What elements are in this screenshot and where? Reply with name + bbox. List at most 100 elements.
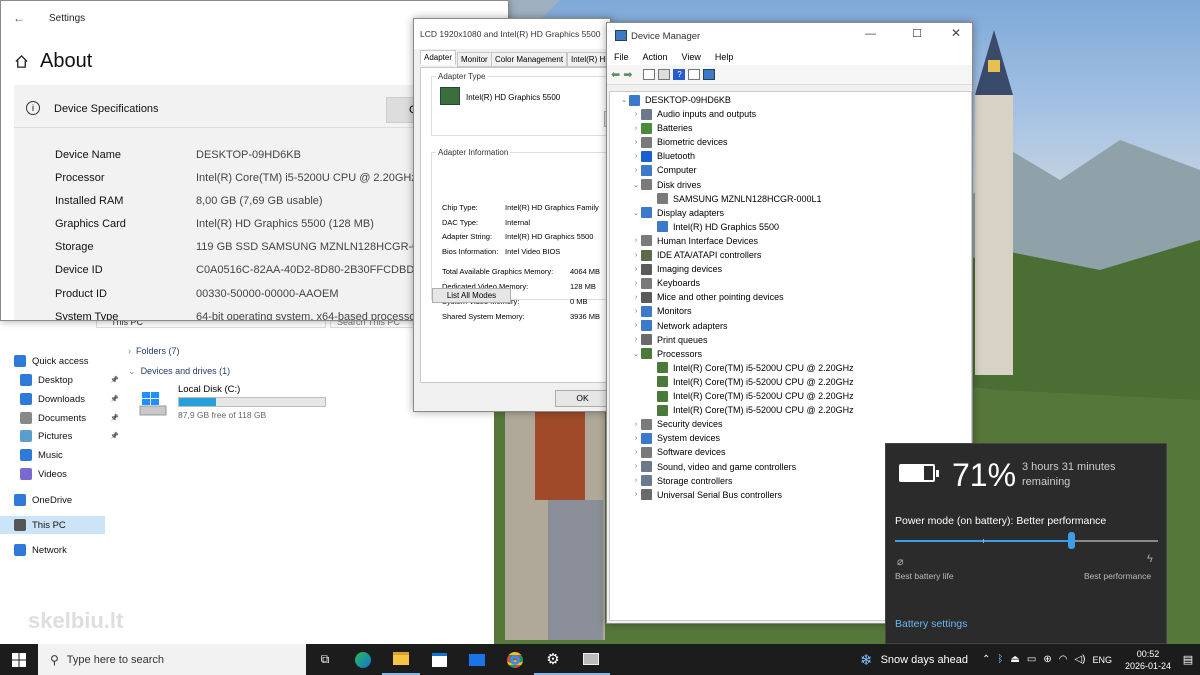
bluetooth-icon[interactable]: ᛒ [997, 654, 1003, 665]
tree-category[interactable]: › Biometric devices [631, 135, 728, 149]
chevron-right-icon[interactable]: › [631, 336, 641, 343]
chevron-right-icon[interactable]: › [631, 491, 641, 498]
power-mode-slider[interactable] [895, 532, 1158, 549]
device-manager-app[interactable] [572, 644, 610, 675]
tree-category[interactable]: › Monitors [631, 304, 692, 318]
nav-item[interactable]: Music [20, 446, 63, 464]
volume-icon[interactable]: ◁) [1074, 654, 1085, 665]
tree-category[interactable]: › IDE ATA/ATAPI controllers [631, 248, 761, 262]
tree-category[interactable]: › Universal Serial Bus controllers [631, 488, 782, 502]
notifications-button[interactable]: ▤ [1176, 653, 1200, 666]
chevron-right-icon[interactable]: › [631, 237, 641, 244]
menu-item[interactable]: File [607, 48, 636, 65]
chevron-right-icon[interactable]: › [631, 477, 641, 484]
chevron-down-icon[interactable]: ⌄ [631, 181, 641, 189]
dp-tab[interactable]: Intel(R) HD [567, 52, 610, 67]
update-driver-icon[interactable] [688, 69, 701, 80]
nav-item[interactable]: Pictures 📌 [20, 427, 119, 445]
tree-root[interactable]: ⌄ DESKTOP-09HD6KB [619, 93, 731, 107]
nav-item[interactable]: OneDrive [14, 491, 72, 509]
close-button[interactable]: ✕ [951, 26, 961, 40]
chevron-right-icon[interactable]: › [631, 449, 641, 456]
menu-item[interactable]: View [675, 48, 708, 65]
wifi-icon[interactable]: ◠ [1059, 654, 1068, 665]
chevron-right-icon[interactable]: › [631, 125, 641, 132]
tree-category[interactable]: ⌄ Processors [631, 347, 702, 361]
tree-category[interactable]: › Software devices [631, 445, 726, 459]
chrome-app[interactable] [496, 644, 534, 675]
tree-category[interactable]: › Mice and other pointing devices [631, 290, 784, 304]
chevron-right-icon[interactable]: › [631, 463, 641, 470]
chevron-right-icon[interactable]: › [631, 139, 641, 146]
properties-icon[interactable] [643, 69, 656, 80]
help-icon[interactable]: ? [673, 69, 686, 80]
tree-category[interactable]: › Batteries [631, 121, 693, 135]
tree-category[interactable]: › Bluetooth [631, 149, 695, 163]
mail-app[interactable] [458, 644, 496, 675]
tree-category[interactable]: › Human Interface Devices [631, 234, 758, 248]
tree-device[interactable]: Intel(R) Core(TM) i5-5200U CPU @ 2.20GHz [647, 375, 854, 389]
chevron-right-icon[interactable]: › [631, 280, 641, 287]
maximize-button[interactable]: ☐ [912, 27, 922, 40]
drive-item[interactable]: Local Disk (C:) 87,9 GB free of 118 GB [138, 384, 338, 424]
chevron-right-icon[interactable]: › [631, 111, 641, 118]
dp-tab[interactable]: Color Management [491, 52, 568, 67]
chevron-right-icon[interactable]: › [631, 167, 641, 174]
show-hidden-icon[interactable] [658, 69, 671, 80]
nav-item[interactable]: Network [14, 541, 67, 559]
edge-app[interactable] [344, 644, 382, 675]
tree-category[interactable]: › Audio inputs and outputs [631, 107, 756, 121]
location-icon[interactable]: ⊕ [1043, 654, 1051, 665]
menu-item[interactable]: Help [708, 48, 741, 65]
tree-device[interactable]: Intel(R) Core(TM) i5-5200U CPU @ 2.20GHz [647, 403, 854, 417]
nav-item[interactable]: Downloads 📌 [20, 390, 119, 408]
chevron-down-icon[interactable]: ⌄ [631, 350, 641, 358]
back-icon[interactable]: ⬅ [611, 68, 620, 81]
tree-category[interactable]: › Security devices [631, 417, 723, 431]
tree-category[interactable]: › Network adapters [631, 319, 728, 333]
tree-category[interactable]: › Sound, video and game controllers [631, 460, 796, 474]
chevron-right-icon[interactable]: › [631, 435, 641, 442]
chevron-right-icon[interactable]: › [631, 421, 641, 428]
tree-category[interactable]: ⌄ Display adapters [631, 206, 724, 220]
chevron-down-icon[interactable]: ⌄ [631, 209, 641, 217]
tree-device[interactable]: Intel(R) HD Graphics 5500 [647, 220, 779, 234]
scan-hardware-icon[interactable] [703, 69, 716, 80]
slider-thumb[interactable] [1068, 532, 1076, 549]
tree-category[interactable]: ⌄ Disk drives [631, 178, 701, 192]
tree-device[interactable]: SAMSUNG MZNLN128HCGR-000L1 [647, 192, 822, 206]
chevron-right-icon[interactable]: › [631, 322, 641, 329]
battery-settings-link[interactable]: Battery settings [895, 618, 967, 630]
forward-icon[interactable]: ➡ [623, 68, 632, 81]
nav-item[interactable]: Documents 📌 [20, 409, 119, 427]
tree-category[interactable]: › System devices [631, 431, 720, 445]
store-app[interactable] [420, 644, 458, 675]
folders-group[interactable]: › Folders (7) [128, 346, 180, 356]
start-button[interactable] [0, 644, 38, 675]
language-indicator[interactable]: ENG [1092, 655, 1112, 665]
menu-item[interactable]: Action [636, 48, 675, 65]
dp-tab[interactable]: Adapter [420, 50, 457, 65]
back-arrow-icon[interactable]: ← [13, 11, 25, 25]
chevron-right-icon[interactable]: › [631, 153, 641, 160]
nav-item[interactable]: Quick access [14, 352, 89, 370]
tree-category[interactable]: › Imaging devices [631, 262, 722, 276]
tree-category[interactable]: › Keyboards [631, 276, 700, 290]
nav-item[interactable]: Desktop 📌 [20, 371, 119, 389]
file-explorer-app[interactable] [382, 644, 420, 675]
nav-item[interactable]: This PC [0, 516, 105, 534]
tree-device[interactable]: Intel(R) Core(TM) i5-5200U CPU @ 2.20GHz [647, 361, 854, 375]
tree-category[interactable]: › Print queues [631, 333, 708, 347]
weather-widget[interactable]: ❄ Snow days ahead [860, 651, 968, 669]
ok-button[interactable]: OK [555, 390, 610, 407]
tree-category[interactable]: › Computer [631, 163, 697, 177]
chevron-right-icon[interactable]: › [631, 266, 641, 273]
chevron-up-icon[interactable]: ⌃ [982, 654, 990, 665]
minimize-button[interactable]: — [865, 28, 876, 40]
drives-group[interactable]: ⌄ Devices and drives (1) [128, 366, 230, 377]
settings-app[interactable]: ⚙ [534, 644, 572, 675]
tree-device[interactable]: Intel(R) Core(TM) i5-5200U CPU @ 2.20GHz [647, 389, 854, 403]
expand-icon[interactable]: ⌄ [619, 96, 629, 104]
chevron-right-icon[interactable]: › [631, 252, 641, 259]
chevron-right-icon[interactable]: › [631, 294, 641, 301]
